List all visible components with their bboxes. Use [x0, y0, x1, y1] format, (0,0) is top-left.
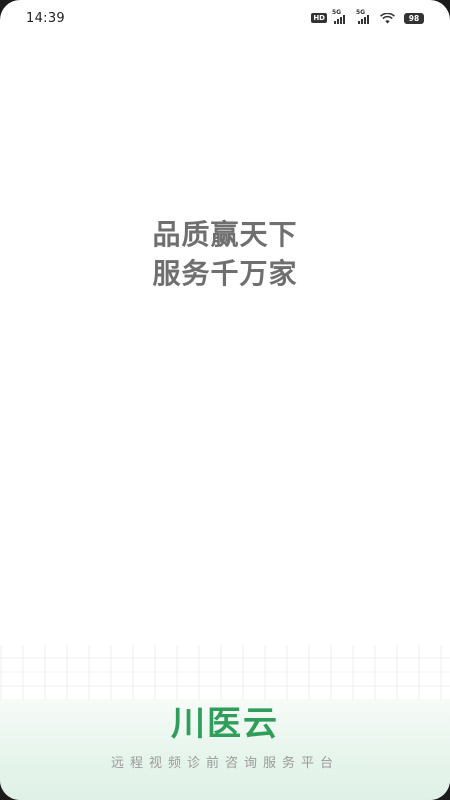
- status-time: 14:39: [26, 10, 65, 26]
- signal-icon: 5G: [332, 9, 345, 24]
- brand-tagline: 远程视频诊前咨询服务平台: [110, 756, 339, 771]
- wifi-icon: [380, 12, 395, 24]
- signal-icon: 5G: [356, 9, 369, 24]
- splash-screen: 14:39 HD 5G 5G 98 品质赢天下 服务千万家 川医云 远程视频诊前…: [0, 0, 450, 800]
- status-icons: HD 5G 5G 98: [311, 9, 424, 24]
- slogan-line-1: 品质赢天下: [152, 218, 298, 251]
- status-bar: 14:39 HD 5G 5G 98: [0, 0, 450, 36]
- battery-icon: 98: [404, 12, 424, 24]
- network-type-label: 5G: [356, 9, 366, 16]
- slogan-line-2: 服务千万家: [152, 257, 298, 290]
- network-type-label: 5G: [332, 9, 342, 16]
- hd-icon: HD: [311, 13, 327, 23]
- brand-logo: 川医云: [171, 704, 279, 744]
